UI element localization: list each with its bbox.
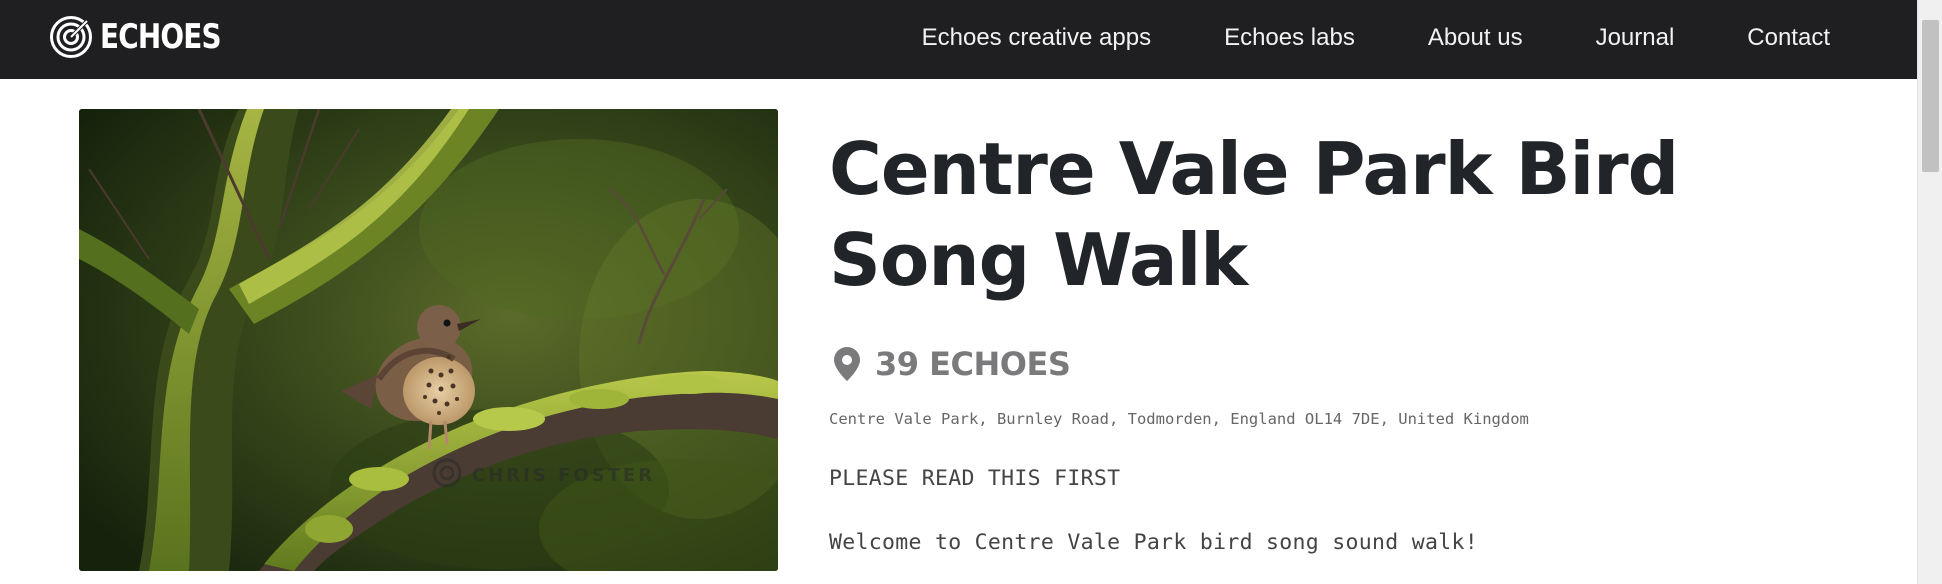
map-pin-icon bbox=[834, 347, 860, 381]
walk-address: Centre Vale Park, Burnley Road, Todmorde… bbox=[829, 410, 1529, 428]
echoes-logo-link[interactable]: ECHOES bbox=[49, 14, 247, 60]
nav-about-us[interactable]: About us bbox=[1428, 24, 1523, 52]
main-nav: Echoes creative apps Echoes labs About u… bbox=[922, 0, 1830, 76]
echoes-count-label: 39 ECHOES bbox=[875, 345, 1071, 383]
nav-echoes-creative-apps[interactable]: Echoes creative apps bbox=[922, 24, 1151, 52]
page-title: Centre Vale Park Bird Song Walk bbox=[829, 127, 1679, 302]
read-first-notice: PLEASE READ THIS FIRST bbox=[829, 466, 1121, 491]
nav-echoes-labs[interactable]: Echoes labs bbox=[1224, 24, 1355, 52]
nav-journal[interactable]: Journal bbox=[1596, 24, 1675, 52]
logo-wordmark: ECHOES bbox=[100, 17, 222, 57]
echoes-count: 39 ECHOES bbox=[834, 345, 1071, 383]
top-navigation-bar: ECHOES Echoes creative apps Echoes labs … bbox=[0, 0, 1917, 79]
hero-photo: CHRIS FOSTER bbox=[79, 109, 778, 571]
concentric-rings-logo-icon bbox=[50, 16, 92, 58]
bird-on-branch-image: CHRIS FOSTER bbox=[79, 109, 778, 571]
welcome-text: Welcome to Centre Vale Park bird song so… bbox=[829, 530, 1478, 555]
nav-contact[interactable]: Contact bbox=[1747, 24, 1830, 52]
scrollbar-thumb[interactable] bbox=[1922, 20, 1939, 172]
page-scrollbar[interactable] bbox=[1917, 0, 1942, 584]
watermark-text: CHRIS FOSTER bbox=[472, 465, 655, 486]
